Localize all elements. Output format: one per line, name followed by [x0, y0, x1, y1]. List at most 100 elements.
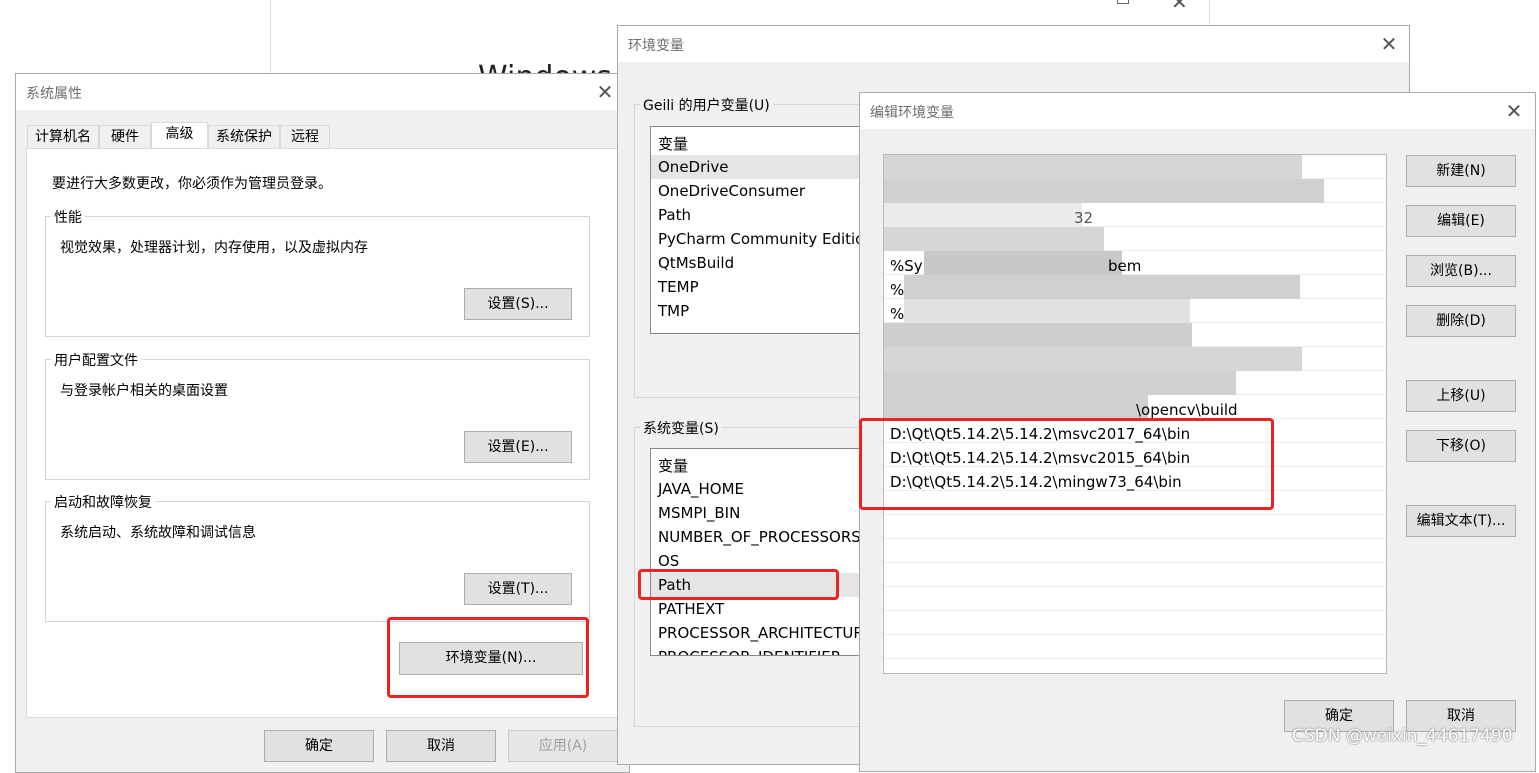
- redacted-mosaic-cell: [1170, 155, 1192, 179]
- edit-button[interactable]: 编辑(E): [1406, 205, 1516, 237]
- redacted-mosaic-cell: [994, 323, 1016, 347]
- redacted-mosaic-cell: [1148, 323, 1170, 347]
- redacted-mosaic-cell: [1082, 347, 1104, 371]
- watermark: CSDN @weixin_44617490: [1292, 726, 1513, 746]
- redacted-mosaic-cell: [1148, 371, 1170, 395]
- redacted-mosaic-cell: [884, 155, 906, 179]
- close-icon[interactable]: ✕: [1171, 0, 1188, 14]
- dialog-title: 环境变量: [628, 38, 684, 54]
- redacted-mosaic-cell: [904, 275, 926, 299]
- tab-remote[interactable]: 远程: [280, 125, 330, 149]
- list-item[interactable]: TMP: [658, 302, 689, 320]
- maximize-icon[interactable]: [1117, 0, 1129, 4]
- close-icon[interactable]: ✕: [1501, 98, 1527, 124]
- redacted-mosaic-cell: [992, 299, 1014, 323]
- redacted-mosaic-cell: [926, 275, 948, 299]
- row-separator: [884, 562, 1386, 563]
- redacted-mosaic-cell: [906, 323, 928, 347]
- redacted-mosaic-cell: [1146, 275, 1168, 299]
- list-item[interactable]: OneDrive: [658, 158, 729, 176]
- redacted-mosaic-cell: [1078, 251, 1100, 275]
- edit-text-button[interactable]: 编辑文本(T)...: [1406, 505, 1516, 537]
- row-separator: [884, 514, 1386, 515]
- redacted-mosaic-cell: [972, 179, 994, 203]
- redacted-mosaic-cell: [1148, 347, 1170, 371]
- list-item[interactable]: QtMsBuild: [658, 254, 734, 272]
- redacted-mosaic-cell: [884, 395, 906, 419]
- redacted-mosaic-cell: [972, 347, 994, 371]
- row-separator: [884, 610, 1386, 611]
- dialog-title: 系统属性: [26, 86, 82, 102]
- list-header-variable[interactable]: 变量: [658, 455, 688, 476]
- redacted-mosaic-cell: [928, 203, 950, 227]
- list-item[interactable]: PATHEXT: [658, 600, 724, 618]
- user-variables-group-label: Geili 的用户变量(U): [640, 95, 773, 115]
- redacted-mosaic-cell: [1192, 179, 1214, 203]
- redacted-mosaic-cell: [1082, 227, 1104, 251]
- redacted-mosaic-cell: [994, 227, 1016, 251]
- user-variables-list[interactable]: 变量 OneDrive OneDriveConsumer Path PyChar…: [650, 126, 872, 334]
- redacted-mosaic-cell: [950, 203, 972, 227]
- redacted-mosaic-cell: [1280, 347, 1302, 371]
- tab-hardware[interactable]: 硬件: [99, 125, 151, 149]
- path-fragment: %: [890, 281, 905, 299]
- tab-label: 系统保护: [216, 129, 272, 145]
- redacted-mosaic-cell: [1082, 371, 1104, 395]
- startup-recovery-settings-button[interactable]: 设置(T)...: [464, 573, 572, 605]
- redacted-mosaic-cell: [1016, 371, 1038, 395]
- tab-computer-name[interactable]: 计算机名: [27, 125, 99, 149]
- redacted-mosaic-cell: [972, 323, 994, 347]
- redacted-mosaic-cell: [1236, 347, 1258, 371]
- admin-note: 要进行大多数更改，你必须作为管理员登录。: [52, 176, 332, 192]
- redacted-mosaic-cell: [1126, 371, 1148, 395]
- delete-button[interactable]: 删除(D): [1406, 305, 1516, 337]
- path-entries-list[interactable]: 32 %Sy bem % % \opencv\build D:\Qt\Qt5.1…: [883, 154, 1387, 674]
- list-item[interactable]: MSMPI_BIN: [658, 504, 740, 522]
- tab-system-protection[interactable]: 系统保护: [208, 125, 280, 149]
- redacted-mosaic-cell: [1234, 275, 1256, 299]
- redacted-mosaic-cell: [950, 323, 972, 347]
- path-fragment: \opencv\build: [1136, 401, 1238, 419]
- list-item[interactable]: PyCharm Community Editio: [658, 230, 864, 248]
- list-item[interactable]: PROCESSOR_ARCHITECTUR: [658, 624, 864, 642]
- redacted-mosaic-cell: [1080, 275, 1102, 299]
- list-item[interactable]: PROCESSOR_IDENTIFIER: [658, 648, 841, 655]
- performance-settings-button[interactable]: 设置(S)...: [464, 288, 572, 320]
- redacted-mosaic-cell: [926, 299, 948, 323]
- redacted-mosaic-cell: [1212, 275, 1234, 299]
- list-item[interactable]: OS: [658, 552, 679, 570]
- redacted-mosaic-cell: [904, 299, 926, 323]
- new-button[interactable]: 新建(N): [1406, 155, 1516, 187]
- tab-advanced[interactable]: 高级: [151, 122, 208, 148]
- redacted-mosaic-cell: [1104, 155, 1126, 179]
- list-item[interactable]: NUMBER_OF_PROCESSORS: [658, 528, 861, 546]
- move-up-button[interactable]: 上移(U): [1406, 380, 1516, 412]
- user-profiles-settings-button[interactable]: 设置(E)...: [464, 431, 572, 463]
- list-item[interactable]: TEMP: [658, 278, 699, 296]
- redacted-mosaic-cell: [1104, 347, 1126, 371]
- list-item[interactable]: JAVA_HOME: [658, 480, 744, 498]
- list-item[interactable]: Path: [658, 206, 691, 224]
- redacted-mosaic-cell: [1146, 299, 1168, 323]
- browse-button[interactable]: 浏览(B)...: [1406, 255, 1516, 287]
- close-icon[interactable]: ✕: [592, 79, 618, 105]
- redacted-mosaic-cell: [1258, 179, 1280, 203]
- redacted-mosaic-cell: [1104, 323, 1126, 347]
- redacted-mosaic-cell: [950, 347, 972, 371]
- apply-button[interactable]: 应用(A): [508, 730, 618, 762]
- redacted-mosaic-cell: [1038, 179, 1060, 203]
- path-fragment: %: [890, 305, 905, 323]
- redacted-mosaic-cell: [1236, 155, 1258, 179]
- close-icon[interactable]: ✕: [1376, 31, 1402, 57]
- list-item[interactable]: OneDriveConsumer: [658, 182, 805, 200]
- redacted-mosaic-cell: [1060, 347, 1082, 371]
- redacted-mosaic-cell: [1280, 155, 1302, 179]
- move-down-button[interactable]: 下移(O): [1406, 430, 1516, 462]
- ok-button[interactable]: 确定: [264, 730, 374, 762]
- redacted-mosaic-cell: [928, 371, 950, 395]
- cancel-button[interactable]: 取消: [386, 730, 496, 762]
- redacted-mosaic-cell: [994, 347, 1016, 371]
- redacted-mosaic-cell: [1214, 179, 1236, 203]
- system-variables-list[interactable]: 变量 JAVA_HOME MSMPI_BIN NUMBER_OF_PROCESS…: [650, 448, 872, 656]
- list-header-variable[interactable]: 变量: [658, 133, 688, 154]
